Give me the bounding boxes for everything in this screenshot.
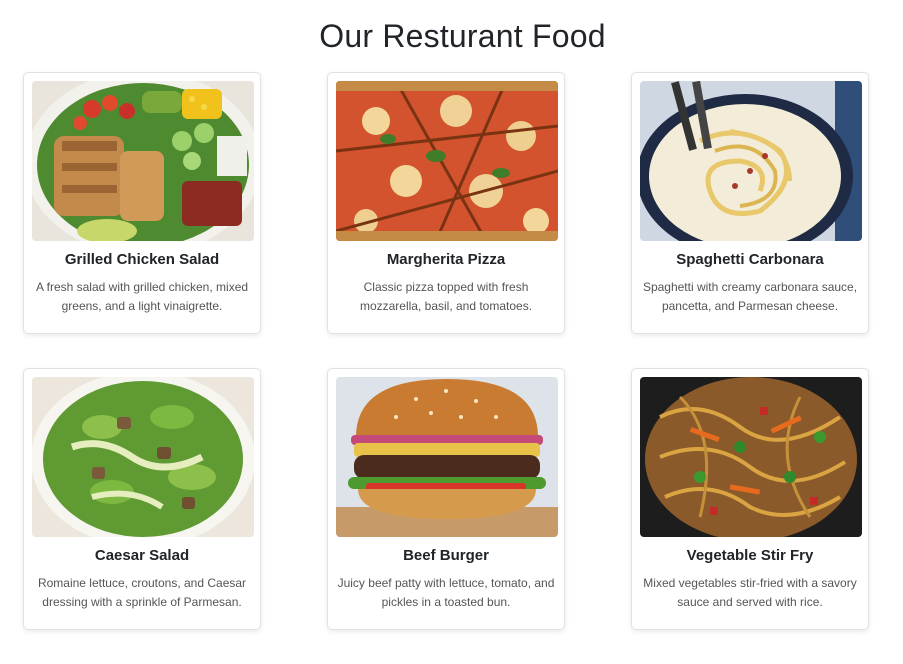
food-card: Grilled Chicken Salad A fresh salad with…	[23, 72, 261, 334]
food-description: Spaghetti with creamy carbonara sauce, p…	[642, 280, 858, 313]
food-card: Caesar Salad Romaine lettuce, croutons, …	[23, 368, 261, 630]
food-card: Vegetable Stir Fry Mixed vegetables stir…	[631, 368, 869, 630]
food-name: Caesar Salad	[94, 547, 190, 564]
spaghetti-carbonara-image	[640, 81, 862, 241]
food-card: Margherita Pizza Classic pizza topped wi…	[327, 72, 565, 334]
food-description: Mixed vegetables stir-fried with a savor…	[643, 576, 857, 609]
food-card: Beef Burger Juicy beef patty with lettuc…	[327, 368, 565, 630]
food-description: Romaine lettuce, croutons, and Caesar dr…	[37, 576, 247, 609]
caesar-salad-image	[32, 377, 254, 537]
food-description: Juicy beef patty with lettuce, tomato, a…	[337, 576, 555, 609]
food-name: Vegetable Stir Fry	[686, 547, 814, 564]
beef-burger-image	[336, 377, 558, 537]
food-name: Grilled Chicken Salad	[64, 251, 220, 268]
grilled-chicken-salad-image	[32, 81, 254, 241]
food-name: Margherita Pizza	[386, 251, 506, 268]
food-name: Beef Burger	[403, 547, 489, 564]
food-name: Spaghetti Carbonara	[676, 251, 824, 268]
food-description: A fresh salad with grilled chicken, mixe…	[35, 280, 249, 313]
page-title: Our Resturant Food	[319, 18, 606, 54]
margherita-pizza-image	[336, 81, 558, 241]
vegetable-stir-fry-image	[640, 377, 862, 537]
food-description: Classic pizza topped with fresh mozzarel…	[359, 280, 533, 313]
food-card: Spaghetti Carbonara Spaghetti with cream…	[631, 72, 869, 334]
